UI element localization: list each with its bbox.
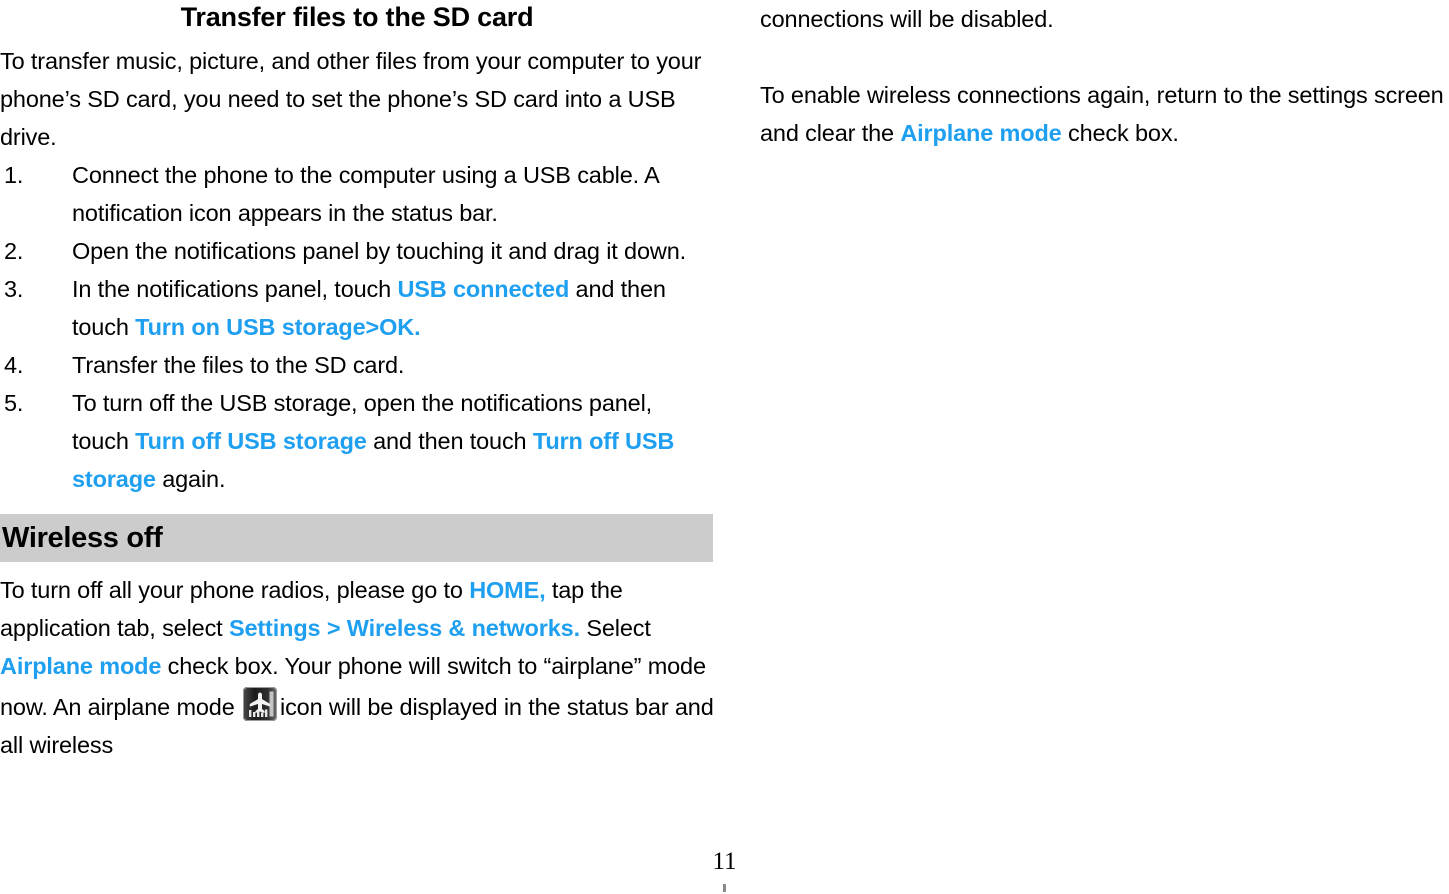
wireless-link-5[interactable]: Airplane mode	[0, 653, 161, 679]
step-3-text-0: In the notifications panel, touch	[72, 276, 398, 302]
list-item-number: 4.	[4, 352, 24, 378]
wireless-link-3[interactable]: Settings > Wireless & networks.	[229, 615, 580, 641]
list-item-number: 5.	[4, 390, 24, 416]
list-item: 5. To turn off the USB storage, open the …	[0, 384, 714, 498]
document-page: Transfer files to the SD card To transfe…	[0, 0, 1449, 894]
list-item-body: Connect the phone to the computer using …	[72, 162, 658, 226]
step-4-text-0: Transfer the files to the SD card.	[72, 352, 405, 378]
numbered-steps-list: 1. Connect the phone to the computer usin…	[0, 156, 714, 498]
list-item: 3. In the notifications panel, touch USB …	[0, 270, 714, 346]
list-item-body: To turn off the USB storage, open the no…	[72, 390, 674, 492]
wireless-link-1[interactable]: HOME,	[469, 577, 545, 603]
enable-wireless-paragraph: To enable wireless connections again, re…	[760, 76, 1449, 152]
step-3-link-1[interactable]: USB connected	[397, 276, 569, 302]
step-3-link-3[interactable]: Turn on USB storage>OK.	[135, 314, 420, 340]
footer-tick-mark	[723, 884, 726, 892]
list-item-number: 2.	[4, 238, 24, 264]
section-heading-bar: Wireless off	[0, 514, 713, 562]
enable-wireless-link-1[interactable]: Airplane mode	[900, 120, 1061, 146]
continuation-line: connections will be disabled.	[760, 6, 1054, 32]
list-item: 4. Transfer the files to the SD card.	[0, 346, 714, 384]
list-item-number: 3.	[4, 276, 24, 302]
airplane-mode-icon	[241, 685, 279, 723]
step-5-text-4: again.	[155, 466, 226, 492]
intro-paragraph: To transfer music, picture, and other fi…	[0, 48, 702, 150]
step-5-text-2: and then touch	[366, 428, 533, 454]
enable-wireless-text-2: check box.	[1061, 120, 1179, 146]
list-item-body: Open the notifications panel by touching…	[72, 238, 686, 264]
section-heading-title: Wireless off	[2, 522, 163, 554]
wireless-off-paragraph: To turn off all your phone radios, pleas…	[0, 571, 714, 764]
list-item-body: In the notifications panel, touch USB co…	[72, 276, 666, 340]
list-item-number: 1.	[4, 162, 24, 188]
list-item-body: Transfer the files to the SD card.	[72, 352, 404, 378]
step-1-text-0: Connect the phone to the computer using …	[72, 162, 659, 226]
list-item: 2. Open the notifications panel by touchi…	[0, 232, 714, 270]
right-column: connections will be disabled. To enable …	[760, 0, 1449, 152]
wireless-text-0: To turn off all your phone radios, pleas…	[0, 577, 470, 603]
step-2-text-0: Open the notifications panel by touching…	[72, 238, 687, 264]
step-5-link-1[interactable]: Turn off USB storage	[135, 428, 367, 454]
page-title: Transfer files to the SD card	[180, 2, 534, 32]
left-column: Transfer files to the SD card To transfe…	[0, 0, 714, 764]
page-number: 11	[712, 848, 737, 875]
wireless-text-4: Select	[579, 615, 651, 641]
list-item: 1. Connect the phone to the computer usin…	[0, 156, 714, 232]
